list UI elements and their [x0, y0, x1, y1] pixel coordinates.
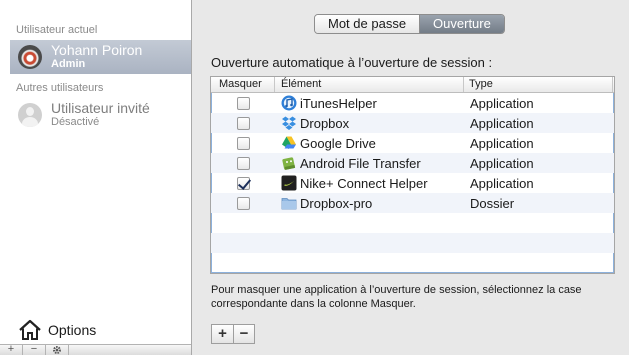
item-type: Application	[470, 95, 534, 111]
hide-checkbox[interactable]	[236, 176, 250, 190]
table-row[interactable]: Google Drive Application	[211, 133, 614, 153]
table-row[interactable]: iTunesHelper Application	[211, 93, 614, 113]
user-name: Yohann Poiron	[51, 42, 143, 58]
user-status: Désactivé	[51, 116, 100, 128]
hide-checkbox[interactable]	[236, 116, 250, 130]
item-type: Application	[470, 135, 534, 151]
empty-row	[211, 233, 614, 253]
hide-checkbox[interactable]	[236, 156, 250, 170]
folder-icon	[281, 198, 297, 210]
item-name: iTunesHelper	[300, 95, 377, 111]
help-text: Pour masquer une application à l’ouvertu…	[211, 284, 582, 310]
empty-row	[211, 213, 614, 233]
dropbox-icon	[282, 116, 296, 130]
column-header-type[interactable]: Type	[464, 77, 613, 92]
table-row[interactable]: Android File Transfer Application	[211, 153, 614, 173]
gear-icon[interactable]	[46, 345, 69, 355]
hide-checkbox[interactable]	[236, 96, 250, 110]
sidebar-toolbar: + −	[0, 344, 191, 355]
tab-bar: Mot de passe Ouverture	[314, 14, 505, 34]
item-name: Dropbox-pro	[300, 195, 373, 211]
add-remove-control: + −	[211, 324, 255, 344]
empty-row	[211, 253, 614, 273]
remove-login-item-button[interactable]: −	[233, 325, 254, 343]
user-role: Admin	[51, 58, 86, 70]
item-name: Android File Transfer	[300, 155, 421, 171]
avatar-icon	[18, 45, 42, 69]
user-item-current[interactable]: Yohann Poiron Admin	[10, 40, 191, 74]
google-drive-icon	[282, 136, 296, 149]
item-name: Dropbox	[300, 115, 350, 131]
login-items-table[interactable]: Masquer Élément Type iTunesHelper Applic…	[210, 76, 615, 274]
home-icon	[19, 319, 41, 340]
other-users-header: Autres utilisateurs	[16, 82, 104, 94]
users-sidebar: Utilisateur actuel Yohann Poiron Admin A…	[0, 0, 192, 355]
login-items-title: Ouverture automatique à l’ouverture de s…	[211, 55, 493, 70]
options-label: Options	[48, 322, 97, 338]
guest-avatar-icon	[18, 103, 42, 127]
nike-icon	[281, 175, 297, 191]
remove-user-button[interactable]: −	[23, 344, 46, 355]
user-item-guest[interactable]: Utilisateur invité Désactivé	[10, 98, 192, 132]
user-name: Utilisateur invité	[51, 100, 150, 116]
table-row[interactable]: Dropbox Application	[211, 113, 614, 133]
column-header-hide[interactable]: Masquer	[211, 77, 275, 92]
hide-checkbox[interactable]	[236, 136, 250, 150]
item-name: Google Drive	[300, 135, 376, 151]
android-icon	[282, 157, 296, 170]
itunes-icon	[281, 95, 297, 111]
item-type: Application	[470, 175, 534, 191]
options-button[interactable]: Options	[0, 316, 191, 344]
item-type: Application	[470, 155, 534, 171]
item-type: Application	[470, 115, 534, 131]
tab-password[interactable]: Mot de passe	[315, 15, 420, 33]
add-login-item-button[interactable]: +	[212, 325, 233, 343]
item-name: Nike+ Connect Helper	[300, 175, 428, 191]
table-header: Masquer Élément Type	[211, 77, 614, 93]
table-row[interactable]: Nike+ Connect Helper Application	[211, 173, 614, 193]
tab-login-items[interactable]: Ouverture	[419, 15, 504, 33]
item-type: Dossier	[470, 195, 515, 211]
table-row[interactable]: Dropbox-pro Dossier	[211, 193, 614, 213]
column-header-item[interactable]: Élément	[275, 77, 464, 92]
current-user-header: Utilisateur actuel	[16, 24, 98, 36]
add-user-button[interactable]: +	[0, 344, 23, 355]
hide-checkbox[interactable]	[236, 196, 250, 210]
